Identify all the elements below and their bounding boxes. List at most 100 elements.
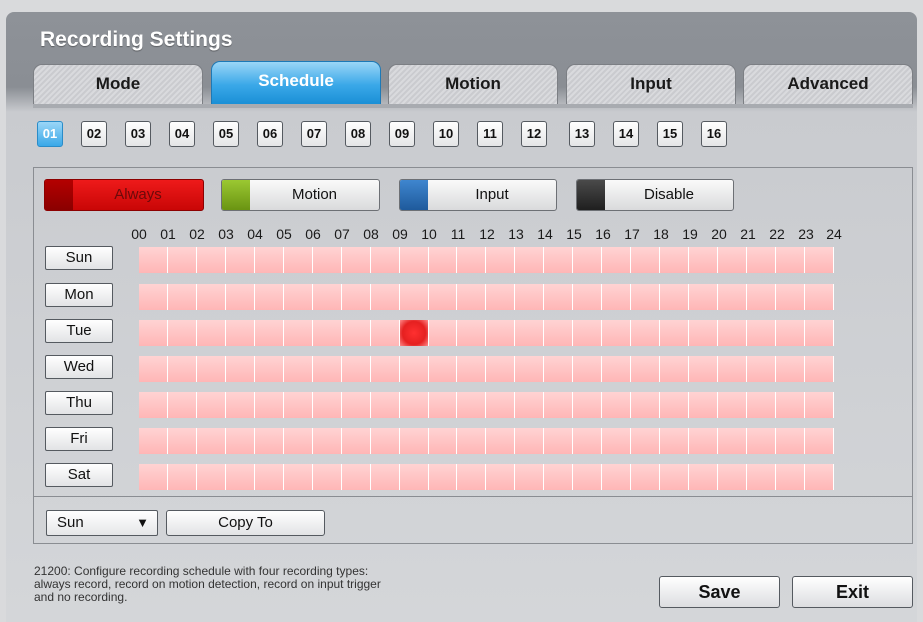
day-button-sun[interactable]: Sun [45,246,113,270]
schedule-cell[interactable] [804,392,834,418]
schedule-cell[interactable] [167,392,197,418]
schedule-cell[interactable] [486,247,516,273]
schedule-cell[interactable] [167,356,197,382]
schedule-cell[interactable] [370,247,400,273]
channel-button-01[interactable]: 01 [37,121,63,147]
schedule-cell[interactable] [747,247,776,273]
schedule-cell[interactable] [312,284,342,310]
channel-button-16[interactable]: 16 [701,121,727,147]
schedule-cell[interactable] [602,247,632,273]
schedule-cell[interactable] [631,464,661,490]
schedule-cell[interactable] [312,464,342,490]
schedule-cell[interactable] [689,320,719,346]
schedule-cell[interactable] [602,392,632,418]
schedule-cell[interactable] [573,320,603,346]
schedule-cell[interactable] [370,392,400,418]
channel-button-05[interactable]: 05 [213,121,239,147]
channel-button-08[interactable]: 08 [345,121,371,147]
schedule-cell[interactable] [804,284,834,310]
schedule-cell[interactable] [312,428,342,454]
schedule-cell[interactable] [573,284,603,310]
schedule-cell[interactable] [139,356,168,382]
schedule-cell[interactable] [399,247,429,273]
schedule-cell[interactable] [370,320,400,346]
legend-motion-button[interactable]: Motion [221,179,380,211]
schedule-cell[interactable] [486,464,516,490]
legend-input-button[interactable]: Input [399,179,557,211]
schedule-cell[interactable] [602,428,632,454]
schedule-cell[interactable] [689,464,719,490]
schedule-cell[interactable] [718,356,748,382]
schedule-cell[interactable] [544,392,574,418]
schedule-cell[interactable] [486,356,516,382]
schedule-cell[interactable] [167,284,197,310]
day-button-mon[interactable]: Mon [45,283,113,307]
schedule-cell[interactable] [254,428,284,454]
schedule-cell[interactable] [225,464,255,490]
schedule-cell[interactable] [312,356,342,382]
schedule-cell[interactable] [225,247,255,273]
schedule-cell[interactable] [225,356,255,382]
schedule-cell[interactable] [573,247,603,273]
schedule-cell[interactable] [370,464,400,490]
schedule-cell[interactable] [775,284,805,310]
channel-button-14[interactable]: 14 [613,121,639,147]
schedule-cell[interactable] [196,284,226,310]
channel-button-06[interactable]: 06 [257,121,283,147]
schedule-cell[interactable] [428,464,458,490]
schedule-cell[interactable] [747,392,776,418]
tab-input[interactable]: Input [566,64,736,104]
schedule-cell-highlighted[interactable] [399,320,429,346]
schedule-cell[interactable] [775,428,805,454]
channel-button-10[interactable]: 10 [433,121,459,147]
channel-button-07[interactable]: 07 [301,121,327,147]
schedule-cell[interactable] [631,356,661,382]
schedule-cell[interactable] [689,284,719,310]
schedule-cell[interactable] [486,284,516,310]
schedule-cell[interactable] [631,284,661,310]
channel-button-11[interactable]: 11 [477,121,503,147]
day-button-fri[interactable]: Fri [45,427,113,451]
schedule-cell[interactable] [602,320,632,346]
channel-button-04[interactable]: 04 [169,121,195,147]
schedule-row-fri[interactable] [139,428,834,454]
schedule-row-mon[interactable] [139,284,834,310]
schedule-cell[interactable] [457,464,487,490]
schedule-cell[interactable] [139,247,168,273]
schedule-cell[interactable] [254,392,284,418]
schedule-cell[interactable] [747,428,776,454]
schedule-cell[interactable] [428,356,458,382]
schedule-cell[interactable] [139,464,168,490]
schedule-cell[interactable] [341,428,371,454]
schedule-cell[interactable] [804,428,834,454]
schedule-cell[interactable] [139,392,168,418]
schedule-cell[interactable] [167,247,197,273]
schedule-cell[interactable] [689,356,719,382]
day-button-sat[interactable]: Sat [45,463,113,487]
schedule-cell[interactable] [399,356,429,382]
schedule-cell[interactable] [312,320,342,346]
schedule-cell[interactable] [486,428,516,454]
schedule-cell[interactable] [457,428,487,454]
schedule-cell[interactable] [718,464,748,490]
schedule-cell[interactable] [660,392,690,418]
schedule-cell[interactable] [718,247,748,273]
schedule-cell[interactable] [254,464,284,490]
schedule-cell[interactable] [775,464,805,490]
schedule-cell[interactable] [602,356,632,382]
schedule-cell[interactable] [139,284,168,310]
schedule-cell[interactable] [196,320,226,346]
schedule-cell[interactable] [515,428,545,454]
schedule-cell[interactable] [167,320,197,346]
channel-button-03[interactable]: 03 [125,121,151,147]
schedule-cell[interactable] [283,428,313,454]
schedule-cell[interactable] [660,356,690,382]
schedule-cell[interactable] [457,392,487,418]
schedule-cell[interactable] [428,428,458,454]
schedule-cell[interactable] [689,392,719,418]
schedule-cell[interactable] [573,356,603,382]
schedule-cell[interactable] [457,356,487,382]
schedule-cell[interactable] [515,284,545,310]
schedule-cell[interactable] [283,464,313,490]
schedule-cell[interactable] [341,464,371,490]
